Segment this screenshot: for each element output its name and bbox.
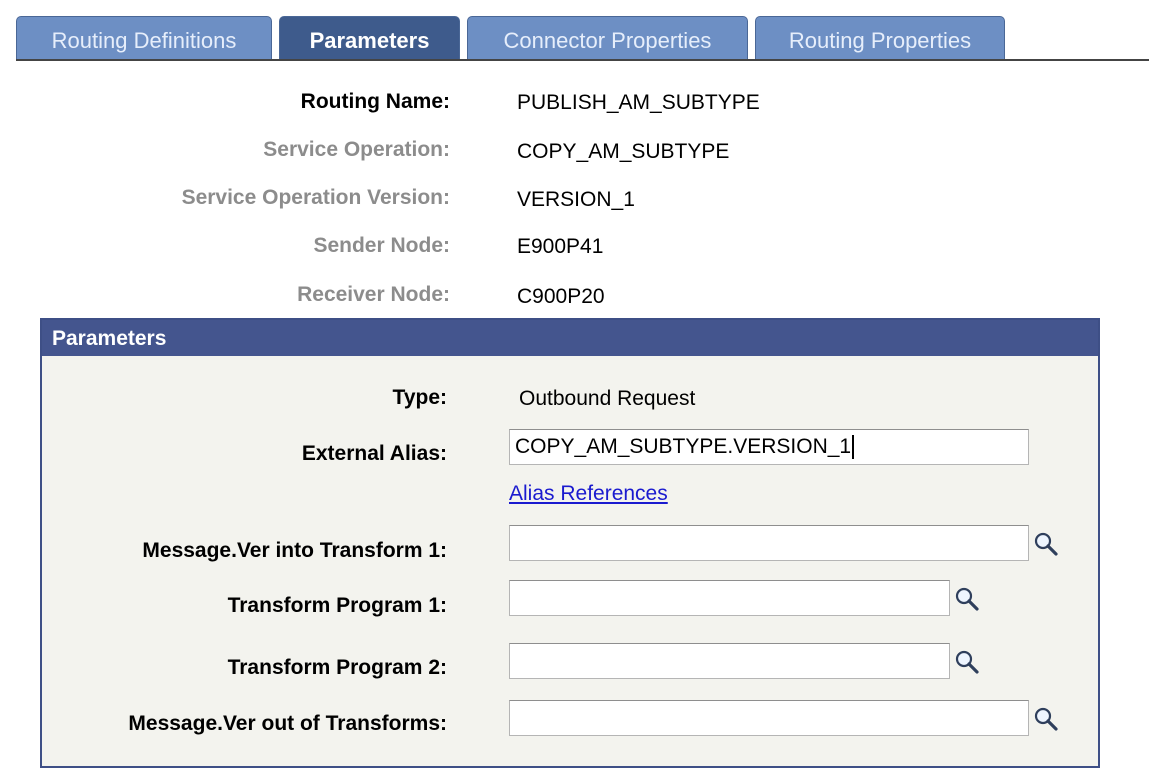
msg-out-of-transforms-label: Message.Ver out of Transforms: bbox=[128, 712, 447, 735]
magnifier-icon[interactable] bbox=[1033, 706, 1059, 732]
external-alias-input[interactable]: COPY_AM_SUBTYPE.VERSION_1 bbox=[509, 429, 1029, 465]
routing-name-value: PUBLISH_AM_SUBTYPE bbox=[517, 91, 760, 114]
msg-into-transform-input[interactable] bbox=[509, 525, 1029, 561]
tab-connector-properties[interactable]: Connector Properties bbox=[467, 16, 748, 60]
parameters-group: Parameters Type: Outbound Request Extern… bbox=[40, 318, 1100, 768]
msg-out-of-transforms-input[interactable] bbox=[509, 700, 1029, 736]
tab-routing-definitions[interactable]: Routing Definitions bbox=[16, 16, 272, 60]
type-label: Type: bbox=[392, 386, 447, 409]
magnifier-icon[interactable] bbox=[1033, 531, 1059, 557]
tab-parameters[interactable]: Parameters bbox=[279, 16, 460, 60]
external-alias-label: External Alias: bbox=[301, 442, 447, 465]
transform-program-1-input[interactable] bbox=[509, 580, 950, 616]
sender-node-label: Sender Node: bbox=[313, 234, 450, 257]
transform-program-2-input[interactable] bbox=[509, 643, 950, 679]
magnifier-icon[interactable] bbox=[954, 586, 980, 612]
service-operation-version-label: Service Operation Version: bbox=[181, 186, 450, 209]
service-operation-label: Service Operation: bbox=[263, 138, 450, 161]
msg-into-transform-label: Message.Ver into Transform 1: bbox=[142, 539, 447, 562]
transform-program-2-label: Transform Program 2: bbox=[227, 656, 447, 679]
sender-node-value: E900P41 bbox=[517, 235, 604, 258]
service-operation-value: COPY_AM_SUBTYPE bbox=[517, 140, 730, 163]
text-caret bbox=[852, 435, 855, 460]
receiver-node-label: Receiver Node: bbox=[297, 283, 450, 306]
alias-references-link[interactable]: Alias References bbox=[509, 482, 668, 506]
service-operation-version-value: VERSION_1 bbox=[517, 188, 635, 211]
receiver-node-value: C900P20 bbox=[517, 285, 605, 308]
tab-routing-properties[interactable]: Routing Properties bbox=[755, 16, 1005, 60]
routing-name-label: Routing Name: bbox=[300, 90, 450, 113]
external-alias-text: COPY_AM_SUBTYPE.VERSION_1 bbox=[515, 435, 852, 458]
magnifier-icon[interactable] bbox=[954, 649, 980, 675]
tab-divider bbox=[16, 59, 1149, 61]
parameters-group-title: Parameters bbox=[42, 320, 1098, 356]
transform-program-1-label: Transform Program 1: bbox=[227, 594, 447, 617]
type-value: Outbound Request bbox=[519, 387, 696, 410]
